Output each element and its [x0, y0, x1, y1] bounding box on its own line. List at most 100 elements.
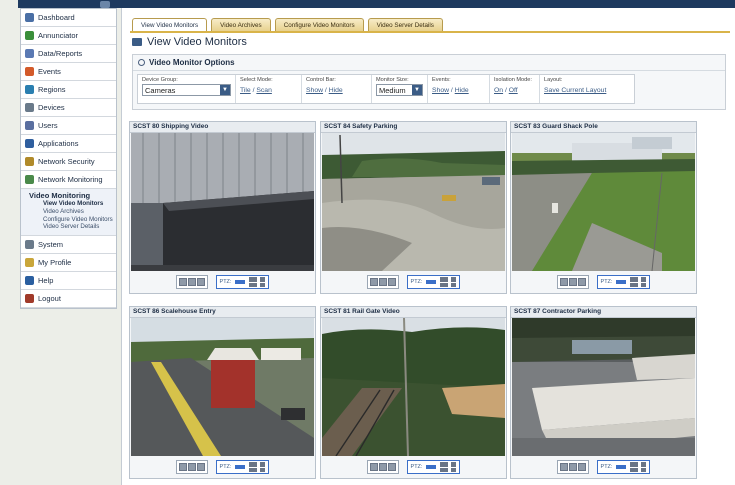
camera-panel: SCST 84 Safety Parking PTZ: [320, 121, 507, 294]
zoom-button[interactable] [568, 278, 577, 286]
events-show-link[interactable]: Show [432, 87, 449, 94]
ptz-zoom-icon[interactable] [440, 277, 449, 287]
camera-video-feed[interactable] [322, 318, 505, 456]
camera-video-feed[interactable] [512, 318, 695, 456]
control-bar-hide-link[interactable]: Hide [329, 87, 343, 94]
save-current-layout-link[interactable]: Save Current Layout [544, 87, 606, 94]
camera-panel: SCST 83 Guard Shack Pole PTZ: [510, 121, 697, 294]
sidebar-item-label: Devices [38, 103, 65, 112]
ptz-zoom-icon[interactable] [249, 277, 258, 287]
video-monitor-options-panel: Video Monitor Options Device Group: Came… [132, 54, 726, 110]
fullscreen-button[interactable] [577, 278, 586, 286]
ptz-label: PTZ: [600, 464, 613, 470]
sidebar-item-regions[interactable]: Regions [21, 81, 116, 99]
ptz-focus-icon[interactable] [260, 462, 266, 472]
options-header[interactable]: Video Monitor Options [133, 55, 725, 71]
ptz-arrows-icon[interactable] [234, 462, 246, 472]
camera-video-feed[interactable] [512, 133, 695, 271]
sidebar-item-annunciator[interactable]: Annunciator [21, 27, 116, 45]
ptz-focus-icon[interactable] [451, 277, 457, 287]
ptz-arrows-icon[interactable] [615, 277, 627, 287]
tab-configure-video-monitors[interactable]: Configure Video Monitors [274, 18, 364, 32]
ptz-focus-icon[interactable] [641, 277, 647, 287]
chevron-down-icon[interactable]: ▼ [220, 85, 230, 95]
ptz-arrows-icon[interactable] [425, 277, 437, 287]
camera-title: SCST 83 Guard Shack Pole [511, 122, 696, 133]
ptz-focus-icon[interactable] [260, 277, 266, 287]
tab-video-archives[interactable]: Video Archives [211, 18, 271, 32]
options-row: Device Group: Cameras ▼ Select Mode: Til… [137, 74, 635, 104]
camera-video-feed[interactable] [131, 318, 314, 456]
fullscreen-button[interactable] [387, 463, 396, 471]
sidebar-item-dashboard[interactable]: Dashboard [21, 9, 116, 27]
snapshot-button[interactable] [369, 463, 378, 471]
chevron-down-icon[interactable]: ▼ [412, 85, 422, 95]
sidebar-item-video-monitoring[interactable]: Video Monitoring View Video Monitors Vid… [21, 189, 116, 237]
collapse-sidebar-icon[interactable] [100, 1, 110, 8]
logout-icon [25, 294, 34, 304]
snapshot-button[interactable] [559, 278, 568, 286]
select-mode-tile-link[interactable]: Tile [240, 87, 251, 94]
ptz-arrows-icon[interactable] [615, 462, 627, 472]
zoom-button[interactable] [187, 463, 196, 471]
sidebar-item-devices[interactable]: Devices [21, 99, 116, 117]
sidebar-item-applications[interactable]: Applications [21, 135, 116, 153]
sidebar-item-data-reports[interactable]: Data/Reports [21, 45, 116, 63]
isolation-off-link[interactable]: Off [509, 87, 518, 94]
ptz-zoom-icon[interactable] [249, 462, 258, 472]
sidebar-item-users[interactable]: Users [21, 117, 116, 135]
ptz-focus-icon[interactable] [451, 462, 457, 472]
ptz-arrows-icon[interactable] [425, 462, 437, 472]
sidebar-subitem-view-video-monitors[interactable]: View Video Monitors [25, 200, 116, 208]
sidebar-subitem-video-server-details[interactable]: Video Server Details [25, 223, 116, 231]
control-bar-show-link[interactable]: Show [306, 87, 323, 94]
events-hide-link[interactable]: Hide [455, 87, 469, 94]
isolation-mode-label: Isolation Mode: [494, 77, 532, 83]
snapshot-button[interactable] [559, 463, 568, 471]
sidebar-item-my-profile[interactable]: My Profile [21, 254, 116, 273]
device-group-label: Device Group: [142, 77, 178, 83]
zoom-button[interactable] [568, 463, 577, 471]
sidebar-item-label: Users [38, 121, 58, 130]
fullscreen-button[interactable] [196, 278, 205, 286]
ptz-zoom-icon[interactable] [440, 462, 449, 472]
camera-control-bar: PTZ: [321, 460, 506, 474]
fullscreen-button[interactable] [577, 463, 586, 471]
zoom-button[interactable] [378, 463, 387, 471]
camera-panel: SCST 86 Scalehouse Entry PTZ: [129, 306, 316, 479]
top-bar [18, 0, 735, 8]
sidebar-item-label: Dashboard [38, 13, 75, 22]
monitor-size-select[interactable]: Medium ▼ [376, 84, 423, 96]
select-mode-scan-link[interactable]: Scan [256, 87, 272, 94]
sidebar-item-help[interactable]: Help [21, 272, 116, 291]
sidebar-item-system[interactable]: System [21, 236, 116, 255]
zoom-button[interactable] [378, 278, 387, 286]
sidebar-subitem-video-archives[interactable]: Video Archives [25, 208, 116, 216]
zoom-button[interactable] [187, 278, 196, 286]
ptz-focus-icon[interactable] [641, 462, 647, 472]
isolation-on-link[interactable]: On [494, 87, 503, 94]
tab-video-server-details[interactable]: Video Server Details [367, 18, 443, 32]
tab-view-video-monitors[interactable]: View Video Monitors [132, 18, 208, 32]
snapshot-button[interactable] [369, 278, 378, 286]
sidebar-item-network-security[interactable]: Network Security [21, 153, 116, 171]
ptz-zoom-icon[interactable] [630, 462, 639, 472]
sidebar-item-label: System [38, 240, 64, 250]
fullscreen-button[interactable] [196, 463, 205, 471]
ptz-zoom-icon[interactable] [630, 277, 639, 287]
snapshot-button[interactable] [178, 278, 187, 286]
device-group-select[interactable]: Cameras ▼ [142, 84, 231, 96]
sidebar-item-events[interactable]: Events [21, 63, 116, 81]
sidebar-subitem-configure-video-monitors[interactable]: Configure Video Monitors [25, 216, 116, 224]
sidebar-item-network-monitoring[interactable]: Network Monitoring [21, 171, 116, 189]
camera-video-feed[interactable] [322, 133, 505, 271]
ptz-label: PTZ: [600, 279, 613, 285]
sidebar-item-label: Applications [38, 139, 79, 148]
snapshot-button[interactable] [178, 463, 187, 471]
ptz-arrows-icon[interactable] [234, 277, 246, 287]
fullscreen-button[interactable] [387, 278, 396, 286]
expand-icon[interactable] [138, 59, 145, 66]
camera-video-feed[interactable] [131, 133, 314, 271]
system-icon [25, 240, 34, 250]
sidebar-item-logout[interactable]: Logout [21, 290, 116, 309]
